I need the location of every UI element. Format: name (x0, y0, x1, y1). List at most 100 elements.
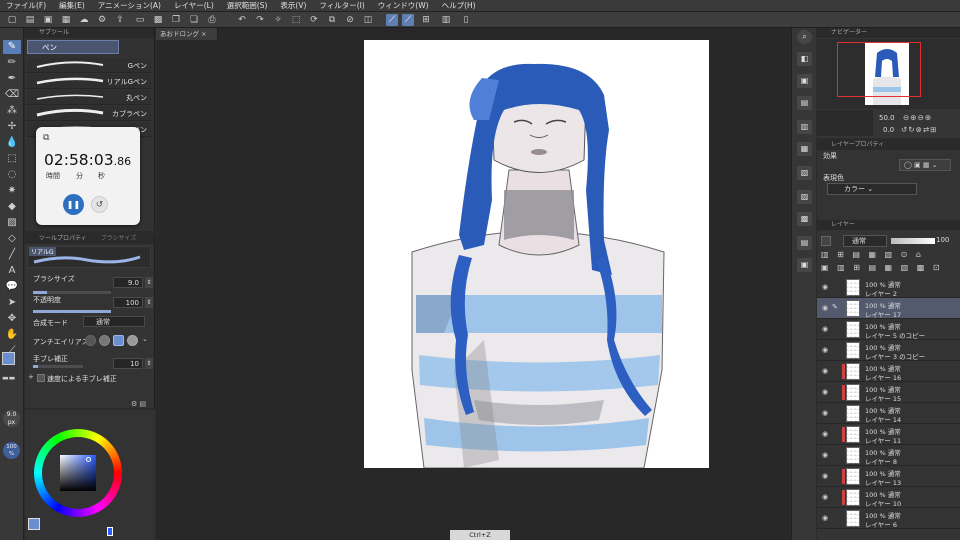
rotate-controls-icon[interactable]: ↺↻⊗⇄⊞ (901, 125, 937, 134)
visibility-eye-icon[interactable]: ◉ (822, 472, 828, 480)
stabilization-slider[interactable] (33, 365, 83, 368)
navigator-zoom-slider[interactable] (817, 110, 873, 136)
visibility-eye-icon[interactable]: ◉ (822, 325, 828, 333)
quick-color-icon[interactable]: ▣ (797, 74, 812, 88)
visibility-eye-icon[interactable]: ◉ (822, 493, 828, 501)
menu-layer[interactable]: レイヤー(L) (174, 0, 214, 11)
visibility-eye-icon[interactable]: ◉ (822, 304, 828, 312)
expand-icon[interactable]: + (28, 374, 34, 381)
blend-mode-select[interactable]: 通常 (83, 316, 145, 327)
operation-tool-icon[interactable]: ➤ (3, 296, 21, 310)
fill-icon[interactable]: ▩ (152, 14, 164, 26)
pause-button[interactable]: ❚❚ (63, 194, 84, 215)
lasso-tool-icon[interactable]: ◌ (3, 168, 21, 182)
open-folder-icon[interactable]: ▤ (24, 14, 36, 26)
visibility-eye-icon[interactable]: ◉ (822, 409, 828, 417)
save-icon[interactable]: ▣ (42, 14, 54, 26)
brush-item-kabura-pen[interactable]: カブラペン (27, 106, 151, 121)
export-icon[interactable]: ⇪ (114, 14, 126, 26)
menu-filter[interactable]: フィルター(I) (319, 0, 364, 11)
smartphone-icon[interactable]: ▯ (460, 14, 472, 26)
print-icon[interactable]: ⎙ (206, 14, 218, 26)
quick-layer-icon[interactable]: ▥ (797, 120, 812, 134)
blend-tool-icon[interactable]: 💧 (3, 136, 21, 150)
subtool-group-pen[interactable]: ペン (27, 40, 119, 54)
reset-button[interactable]: ↺ (91, 196, 108, 213)
quick-history-icon[interactable]: ▤ (797, 96, 812, 110)
quick-material-icon[interactable]: ◧ (797, 52, 812, 66)
layer-row[interactable]: ◉ 100 % 通常 レイヤー 6 (817, 508, 960, 529)
quick-gradient-icon[interactable]: ▧ (797, 166, 812, 180)
color-picker-cursor[interactable] (86, 457, 91, 462)
brush-item-real-gpen[interactable]: リアルGペン (27, 74, 151, 89)
layer-blend-select[interactable]: 通常 (843, 235, 887, 247)
quick-camera-icon[interactable]: ▣ (797, 258, 812, 272)
invert-icon[interactable]: ◫ (362, 14, 374, 26)
antialias-dropdown-icon[interactable]: ⌄ (142, 335, 151, 346)
layer-row[interactable]: ◉ 100 % 通常 レイヤー 14 (817, 403, 960, 424)
move-tool-icon[interactable]: ✥ (3, 312, 21, 326)
settings-icon[interactable]: ⚙ (96, 14, 108, 26)
text-tool-icon[interactable]: A (3, 264, 21, 278)
brush-size-slider[interactable] (33, 291, 111, 294)
effect-buttons[interactable]: ◯ ▣ ▦ ⌄ (899, 159, 951, 171)
menu-animation[interactable]: アニメーション(A) (98, 0, 161, 11)
redo-icon[interactable]: ↷ (254, 14, 266, 26)
hand-tool-icon[interactable]: ✋ (3, 328, 21, 342)
new-file-icon[interactable]: ▢ (6, 14, 18, 26)
ruler-icon[interactable]: ▥ (440, 14, 452, 26)
canvas-tab[interactable]: あおドロング × (156, 28, 218, 40)
size-indicator[interactable]: 9.0 px (3, 410, 20, 427)
brush-size-input[interactable]: 9.0 (113, 277, 143, 288)
quick-palette-icon[interactable]: ▦ (797, 142, 812, 156)
layer-row[interactable]: ◉ 100 % 通常 レイヤー 13 (817, 466, 960, 487)
pencil-tool-icon[interactable]: ✏ (3, 56, 21, 70)
snap-special-icon[interactable]: ⟋ (402, 14, 414, 26)
menu-view[interactable]: 表示(V) (280, 0, 306, 11)
layer-opacity-slider[interactable] (891, 238, 935, 244)
visibility-eye-icon[interactable]: ◉ (822, 451, 828, 459)
zoom-controls-icon[interactable]: ⊖⊕⊖⊕ (903, 113, 932, 122)
quick-auto-action-icon[interactable]: ▩ (797, 212, 812, 226)
paste-icon[interactable]: ❏ (188, 14, 200, 26)
scale-icon[interactable]: ⬚ (290, 14, 302, 26)
decoration-tool-icon[interactable]: ✢ (3, 120, 21, 134)
pen-tool-icon[interactable]: ✎ (3, 40, 21, 54)
current-color-swatch[interactable] (28, 518, 40, 530)
opacity-input[interactable]: 100 (113, 297, 143, 308)
hue-cursor[interactable] (107, 527, 113, 536)
quick-item-icon[interactable]: ▤ (797, 236, 812, 250)
antialias-strong[interactable] (127, 335, 138, 346)
main-color-swatch[interactable] (2, 352, 15, 365)
quick-sub-view-icon[interactable]: ▨ (797, 190, 812, 204)
cloud-icon[interactable]: ☁ (78, 14, 90, 26)
airbrush-tool-icon[interactable]: ⁂ (3, 104, 21, 118)
snap-grid-icon[interactable]: ⊞ (420, 14, 432, 26)
clear-icon[interactable]: ▭ (134, 14, 146, 26)
layer-color-icon[interactable] (821, 236, 831, 246)
line-tool-icon[interactable]: ╱ (3, 248, 21, 262)
balloon-tool-icon[interactable]: 💬 (3, 280, 21, 294)
menu-window[interactable]: ウィンドウ(W) (378, 0, 429, 11)
antialias-none[interactable] (85, 335, 96, 346)
tool-property-settings-icon[interactable]: ⚙ ▤ (131, 400, 146, 408)
visibility-eye-icon[interactable]: ◉ (822, 514, 828, 522)
menu-file[interactable]: ファイル(F) (6, 0, 46, 11)
undo-icon[interactable]: ↶ (236, 14, 248, 26)
selection-tool-icon[interactable]: ⬚ (3, 152, 21, 166)
close-tab-icon[interactable]: × (201, 30, 206, 38)
visibility-eye-icon[interactable]: ◉ (822, 367, 828, 375)
rotate-icon[interactable]: ⟳ (308, 14, 320, 26)
brush-size-stepper[interactable]: ⇕ (145, 277, 153, 288)
fill-tool-icon[interactable]: ◆ (3, 200, 21, 214)
copy-icon[interactable]: ❐ (170, 14, 182, 26)
drawing-canvas[interactable] (364, 40, 709, 469)
navigator-preview[interactable] (817, 39, 960, 109)
layer-row[interactable]: ◉ 100 % 通常 レイヤー 15 (817, 382, 960, 403)
navigator-view-frame[interactable] (837, 42, 921, 97)
visibility-eye-icon[interactable]: ◉ (822, 346, 828, 354)
eraser-tool-icon[interactable]: ⌫ (3, 88, 21, 102)
visibility-eye-icon[interactable]: ◉ (822, 388, 828, 396)
opacity-slider[interactable] (33, 310, 111, 313)
layer-row[interactable]: ◉ 100 % 通常 レイヤー 11 (817, 424, 960, 445)
